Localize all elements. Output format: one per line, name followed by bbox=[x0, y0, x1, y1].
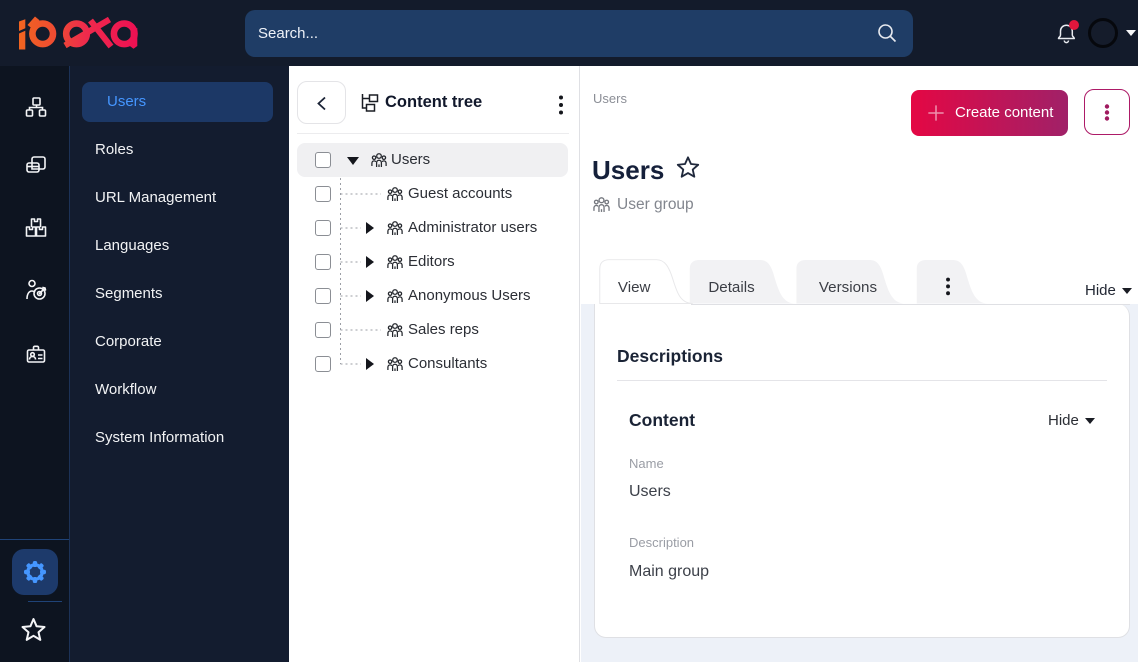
svg-text:Versions: Versions bbox=[819, 279, 878, 296]
svg-text:Details: Details bbox=[708, 279, 755, 296]
svg-text:View: View bbox=[618, 279, 651, 296]
